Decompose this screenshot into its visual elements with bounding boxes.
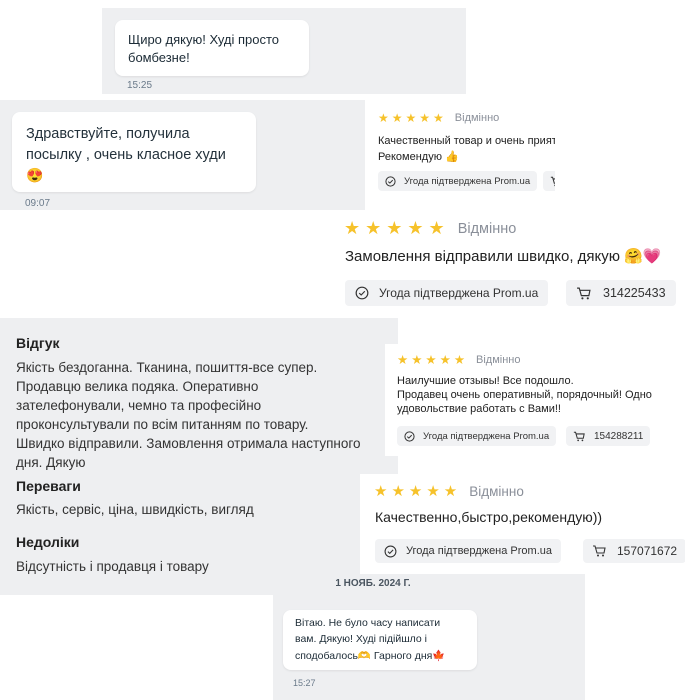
pros-text: Якість, сервіс, ціна, швидкість, вигляд [16, 502, 254, 517]
order-number: 157071672 [617, 544, 678, 558]
review-body-line: Якість бездоганна. Тканина, пошиття-все … [16, 360, 318, 375]
rating-stars: ★★★★★ Відмінно [378, 111, 499, 125]
chat-message-line-1: Здравствуйте, получила [26, 126, 190, 142]
rating-label: Відмінно [476, 353, 521, 366]
review-body-line: проконсультували по всім питанням по тов… [16, 417, 309, 432]
rating-label: Відмінно [454, 112, 500, 124]
deal-confirmed-label: Угода підтверджена Prom.ua [379, 286, 539, 300]
deal-confirmed-label: Угода підтверджена Prom.ua [406, 545, 553, 557]
chat-panel-1: Щиро дякую! Худі просто бомбезне! 15:25 [102, 8, 466, 94]
chat-message: Щиро дякую! Худі просто бомбезне! [128, 32, 280, 65]
rating-label: Відмінно [469, 483, 524, 499]
cart-icon [593, 545, 606, 557]
rating-stars: ★★★★★ Відмінно [344, 218, 516, 239]
heart-eyes-emoji: 😍 [26, 167, 44, 183]
order-badge: 314225433 [566, 280, 676, 306]
review-text-line-1: Качественный товар и очень приятный прод… [378, 135, 555, 147]
cart-icon [550, 176, 555, 186]
review-card-4: ★★★★★ Відмінно Качественно,быстро,рекоме… [360, 474, 685, 574]
order-number: 154288211 [594, 430, 644, 442]
chat-time: 09:07 [25, 198, 51, 209]
order-badge: 157071672 [583, 539, 685, 563]
date-separator: 1 НОЯБ. 2024 Г. [335, 578, 411, 589]
chat-message-line-3: сподобалось🫶 Гарного дня🍁 [295, 650, 446, 662]
rating-stars: ★★★★★ Відмінно [397, 352, 521, 367]
star-icons: ★★★★★ [374, 483, 462, 500]
review-text-line-2: Рекомендую 👍 [378, 151, 459, 163]
review-body: Якість бездоганна. Тканина, пошиття-все … [16, 358, 394, 472]
deal-confirmed-badge: Угода підтверджена Prom.ua [378, 171, 538, 191]
review-body-line: дня. Дякую [16, 455, 86, 470]
star-icons: ★★★★★ [397, 353, 469, 367]
check-circle-icon [355, 286, 369, 300]
review-text-line-2: Продавец очень оперативный, порядочный! … [397, 389, 652, 401]
chat-time: 15:25 [127, 80, 153, 91]
star-icons: ★★★★★ [378, 111, 447, 125]
chat-bubble: Щиро дякую! Худі просто бомбезне! [115, 20, 309, 76]
chat-message-line-2: вам. Дякую! Худі підійшло і [295, 633, 427, 645]
star-icons: ★★★★★ [344, 218, 450, 238]
check-circle-icon [384, 545, 397, 557]
review-text-line-1: Наилучшие отзывы! Все подошло. [397, 375, 574, 387]
review-body-line: зателефонували, чемно та професійно [16, 398, 262, 413]
chat-message-line-2: посылку , очень класное худи [26, 147, 226, 163]
review-body-line: Продавцю велика подяка. Оперативно [16, 379, 259, 394]
chat-bubble: Здравствуйте, получила посылку , очень к… [12, 112, 256, 192]
review-text-line-3: удовольствие работать с Вами!! [397, 403, 561, 415]
review-title: Відгук [16, 335, 60, 351]
review-card-3: ★★★★★ Відмінно Наилучшие отзывы! Все под… [385, 344, 685, 456]
check-circle-icon [385, 175, 396, 187]
deal-confirmed-label: Угода підтверджена Prom.ua [423, 430, 550, 442]
review-body-line: Швидко відправили. Замовлення отримала н… [16, 436, 361, 451]
chat-message-line-1: Вітаю. Не було часу написати [295, 617, 441, 629]
order-number: 314225433 [603, 286, 666, 300]
chat-panel-3: 1 НОЯБ. 2024 Г. Вітаю. Не було часу напи… [273, 574, 585, 700]
order-badge: 154288211 [566, 426, 651, 446]
review-card-2: ★★★★★ Відмінно Замовлення відправили шви… [330, 210, 685, 315]
chat-time: 15:27 [293, 678, 316, 688]
deal-confirmed-badge: Угода підтверджена Prom.ua [375, 539, 562, 563]
cons-text: Відсутність і продавця і товару [16, 559, 209, 574]
deal-confirmed-label: Угода підтверджена Prom.ua [404, 175, 531, 187]
check-circle-icon [404, 430, 415, 442]
cart-icon [573, 431, 585, 441]
review-form-panel: Відгук Якість бездоганна. Тканина, пошит… [0, 318, 398, 595]
chat-panel-2: Здравствуйте, получила посылку , очень к… [0, 100, 365, 210]
order-badge: 154887392 [543, 171, 555, 191]
review-text: Качественно,быстро,рекомендую)) [375, 509, 603, 525]
deal-confirmed-badge: Угода підтверджена Prom.ua [345, 280, 549, 306]
deal-confirmed-badge: Угода підтверджена Prom.ua [397, 426, 557, 446]
chat-bubble: Вітаю. Не було часу написати вам. Дякую!… [283, 610, 477, 670]
cons-title: Недоліки [16, 534, 80, 550]
pros-title: Переваги [16, 478, 81, 494]
rating-stars: ★★★★★ Відмінно [374, 482, 524, 500]
review-text: Замовлення відправили швидко, дякую 🤗💗 [345, 248, 662, 265]
review-card-1: ★★★★★ Відмінно Качественный товар и очен… [365, 103, 555, 200]
rating-label: Відмінно [457, 220, 517, 237]
cart-icon [577, 287, 591, 299]
